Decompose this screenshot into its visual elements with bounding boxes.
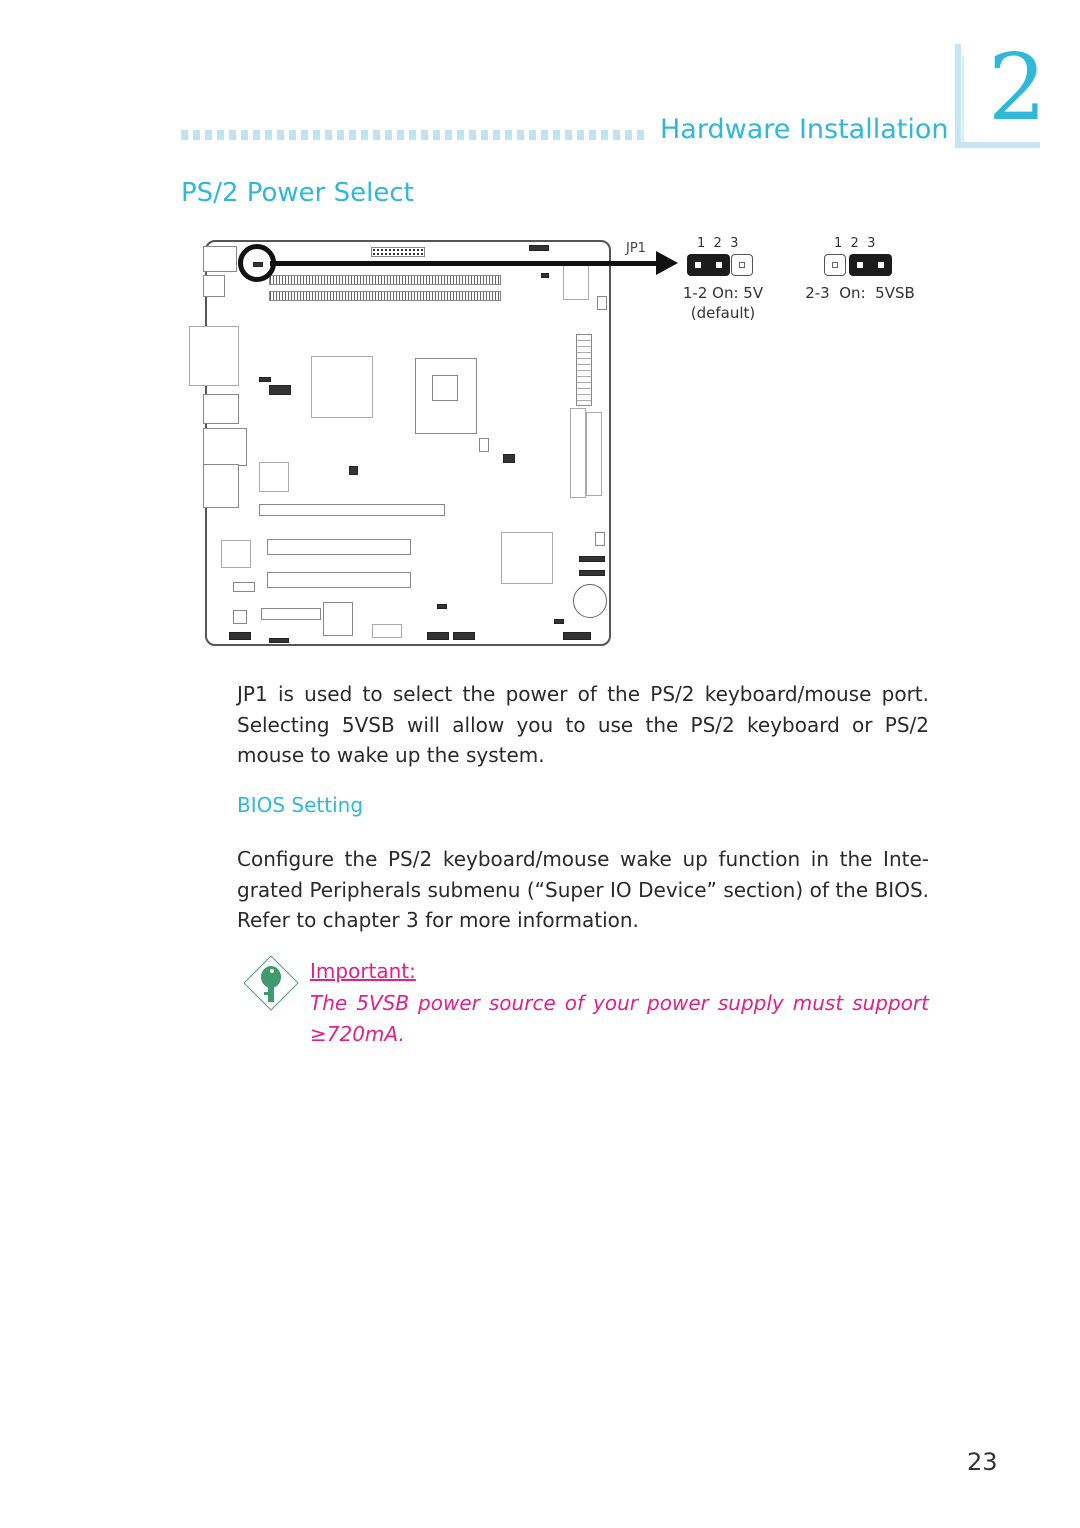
setting-caption: 1-2 On: 5V <box>682 284 764 302</box>
small-chip <box>233 610 247 624</box>
jumper-label: JP1 <box>626 241 646 256</box>
important-label: Important: <box>310 959 416 983</box>
pin-3-off <box>731 254 753 276</box>
header-small <box>259 377 271 382</box>
ide-connector-1 <box>570 408 586 498</box>
pin-numbers: 1 2 3 <box>697 236 739 251</box>
header-usb <box>269 638 289 643</box>
pcie-x1-slot <box>261 608 321 620</box>
power-connector-small <box>233 582 255 592</box>
io-port <box>203 275 225 297</box>
small-header <box>529 245 549 251</box>
bios-setting-description: Configure the PS/2 keyboard/mouse wake u… <box>237 847 929 932</box>
header-2x2 <box>349 466 358 475</box>
cpu-die <box>432 375 458 401</box>
jumper-small-2 <box>437 604 447 609</box>
jp1-description: JP1 is used to select the power of the P… <box>237 682 929 767</box>
pin-3-on <box>870 254 892 276</box>
lan-chip <box>221 540 251 568</box>
pin-2-on <box>708 254 730 276</box>
southbridge-chip <box>501 532 553 584</box>
pci-slot-1 <box>267 539 411 555</box>
vga-port <box>189 326 239 386</box>
bios-chip <box>323 602 353 636</box>
sata-connector-2 <box>579 570 605 576</box>
pin-1-off <box>824 254 846 276</box>
pin-2-on <box>849 254 871 276</box>
pointer-arrow-line <box>270 261 662 266</box>
usb-header-2 <box>453 632 475 640</box>
frame-horizontal-line <box>955 142 1040 148</box>
pin-numbers: 1 2 3 <box>834 236 876 251</box>
small-jumper <box>541 273 549 278</box>
usb-header-1 <box>427 632 449 640</box>
page-number: 23 <box>967 1448 998 1476</box>
jumper-small-3 <box>554 619 564 624</box>
header-pins <box>269 385 291 395</box>
pin-1-on <box>687 254 709 276</box>
chapter-title: Hardware Installation <box>660 114 949 145</box>
key-icon <box>243 955 299 1011</box>
lan-port <box>203 428 247 466</box>
usb-port <box>203 394 239 424</box>
setting-caption: 2-3 On: 5VSB <box>805 284 915 302</box>
pointer-arrow-head <box>656 251 678 275</box>
pci-slot-2 <box>267 572 411 588</box>
section-title: PS/2 Power Select <box>181 178 414 208</box>
fan-connector-2 <box>479 438 489 452</box>
ide-connector-2 <box>586 412 602 496</box>
frame-vertical-line <box>955 44 961 148</box>
header-2x3 <box>503 454 515 463</box>
audio-chip <box>259 462 289 492</box>
front-panel-header-2 <box>563 632 591 640</box>
io-chip <box>563 262 589 300</box>
motherboard-diagram <box>189 240 611 646</box>
header-dot-rule <box>181 130 649 140</box>
fan-connector <box>597 296 607 310</box>
ps2-port <box>203 246 237 272</box>
dimm-slot-2 <box>269 291 501 301</box>
sata-connector-1 <box>579 556 605 562</box>
frame-vertical-line-inner <box>962 56 964 144</box>
serial-header <box>372 624 402 638</box>
northbridge-chip <box>311 356 373 418</box>
dimm-slot-1 <box>269 275 501 285</box>
setting-default-note: (default) <box>690 304 756 322</box>
important-note-text: The 5VSB power source of your power supp… <box>310 991 929 1046</box>
bios-setting-heading: BIOS Setting <box>237 793 364 817</box>
cmos-battery <box>573 584 607 618</box>
chapter-number: 2 <box>988 34 1047 141</box>
fan-connector-3 <box>595 532 605 546</box>
pcie-x16-slot <box>259 504 445 516</box>
atx-power-connector <box>576 334 592 406</box>
top-header <box>371 247 425 257</box>
audio-port <box>203 464 239 508</box>
front-panel-header <box>229 632 251 640</box>
